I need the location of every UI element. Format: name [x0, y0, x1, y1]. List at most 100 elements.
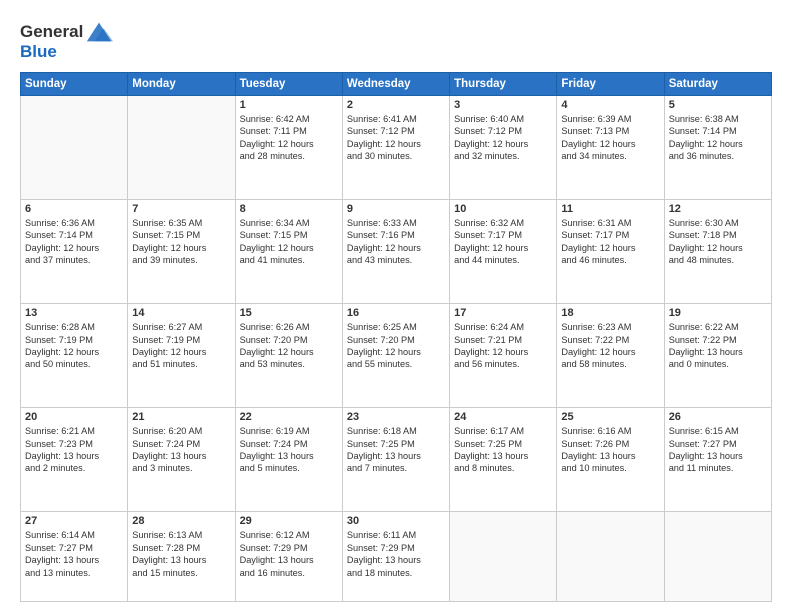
day-info: Sunrise: 6:14 AM Sunset: 7:27 PM Dayligh…: [25, 529, 123, 579]
calendar-cell: 6 Sunrise: 6:36 AM Sunset: 7:14 PM Daylig…: [21, 200, 128, 304]
day-number: 2: [347, 99, 445, 111]
day-number: 21: [132, 411, 230, 423]
day-info: Sunrise: 6:31 AM Sunset: 7:17 PM Dayligh…: [561, 217, 659, 267]
day-number: 6: [25, 203, 123, 215]
day-info: Sunrise: 6:35 AM Sunset: 7:15 PM Dayligh…: [132, 217, 230, 267]
day-info: Sunrise: 6:40 AM Sunset: 7:12 PM Dayligh…: [454, 113, 552, 163]
calendar-header-row: SundayMondayTuesdayWednesdayThursdayFrid…: [21, 73, 772, 96]
day-number: 27: [25, 515, 123, 527]
calendar-cell: 1 Sunrise: 6:42 AM Sunset: 7:11 PM Daylig…: [235, 96, 342, 200]
day-info: Sunrise: 6:41 AM Sunset: 7:12 PM Dayligh…: [347, 113, 445, 163]
day-of-week-header: Tuesday: [235, 73, 342, 96]
day-number: 15: [240, 307, 338, 319]
day-info: Sunrise: 6:18 AM Sunset: 7:25 PM Dayligh…: [347, 425, 445, 475]
day-info: Sunrise: 6:27 AM Sunset: 7:19 PM Dayligh…: [132, 321, 230, 371]
day-info: Sunrise: 6:28 AM Sunset: 7:19 PM Dayligh…: [25, 321, 123, 371]
day-number: 22: [240, 411, 338, 423]
day-info: Sunrise: 6:20 AM Sunset: 7:24 PM Dayligh…: [132, 425, 230, 475]
day-number: 24: [454, 411, 552, 423]
day-number: 7: [132, 203, 230, 215]
day-of-week-header: Saturday: [664, 73, 771, 96]
day-info: Sunrise: 6:33 AM Sunset: 7:16 PM Dayligh…: [347, 217, 445, 267]
calendar-cell: 4Sunrise: 6:39 AM Sunset: 7:13 PM Daylig…: [557, 96, 664, 200]
day-number: 30: [347, 515, 445, 527]
calendar-cell: 22 Sunrise: 6:19 AM Sunset: 7:24 PM Dayli…: [235, 408, 342, 512]
day-info: Sunrise: 6:42 AM Sunset: 7:11 PM Dayligh…: [240, 113, 338, 163]
calendar-cell: 13 Sunrise: 6:28 AM Sunset: 7:19 PM Dayli…: [21, 304, 128, 408]
day-info: Sunrise: 6:21 AM Sunset: 7:23 PM Dayligh…: [25, 425, 123, 475]
day-number: 29: [240, 515, 338, 527]
calendar-cell: 23 Sunrise: 6:18 AM Sunset: 7:25 PM Dayli…: [342, 408, 449, 512]
logo-icon: [85, 18, 113, 46]
calendar-cell: [664, 512, 771, 602]
calendar-cell: 26 Sunrise: 6:15 AM Sunset: 7:27 PM Dayli…: [664, 408, 771, 512]
calendar-cell: [450, 512, 557, 602]
day-info: Sunrise: 6:11 AM Sunset: 7:29 PM Dayligh…: [347, 529, 445, 579]
calendar-cell: 5 Sunrise: 6:38 AM Sunset: 7:14 PM Daylig…: [664, 96, 771, 200]
calendar-cell: 28 Sunrise: 6:13 AM Sunset: 7:28 PM Dayli…: [128, 512, 235, 602]
day-of-week-header: Friday: [557, 73, 664, 96]
calendar-cell: 11 Sunrise: 6:31 AM Sunset: 7:17 PM Dayli…: [557, 200, 664, 304]
day-of-week-header: Thursday: [450, 73, 557, 96]
day-info: Sunrise: 6:25 AM Sunset: 7:20 PM Dayligh…: [347, 321, 445, 371]
page: General Blue SundayMondayTuesdayWednesda…: [0, 0, 792, 612]
day-number: 14: [132, 307, 230, 319]
day-number: 23: [347, 411, 445, 423]
day-number: 25: [561, 411, 659, 423]
day-info: Sunrise: 6:26 AM Sunset: 7:20 PM Dayligh…: [240, 321, 338, 371]
calendar-cell: [21, 96, 128, 200]
calendar-cell: 10 Sunrise: 6:32 AM Sunset: 7:17 PM Dayli…: [450, 200, 557, 304]
day-info: Sunrise: 6:12 AM Sunset: 7:29 PM Dayligh…: [240, 529, 338, 579]
calendar-cell: 17 Sunrise: 6:24 AM Sunset: 7:21 PM Dayli…: [450, 304, 557, 408]
calendar-cell: 30 Sunrise: 6:11 AM Sunset: 7:29 PM Dayli…: [342, 512, 449, 602]
day-number: 8: [240, 203, 338, 215]
day-of-week-header: Wednesday: [342, 73, 449, 96]
calendar-cell: [557, 512, 664, 602]
calendar-cell: 14 Sunrise: 6:27 AM Sunset: 7:19 PM Dayli…: [128, 304, 235, 408]
day-number: 3: [454, 99, 552, 111]
calendar-cell: 21 Sunrise: 6:20 AM Sunset: 7:24 PM Dayli…: [128, 408, 235, 512]
day-number: 1: [240, 99, 338, 111]
day-number: 13: [25, 307, 123, 319]
day-info: Sunrise: 6:19 AM Sunset: 7:24 PM Dayligh…: [240, 425, 338, 475]
day-number: 26: [669, 411, 767, 423]
calendar-cell: 15 Sunrise: 6:26 AM Sunset: 7:20 PM Dayli…: [235, 304, 342, 408]
calendar-cell: 2 Sunrise: 6:41 AM Sunset: 7:12 PM Daylig…: [342, 96, 449, 200]
day-number: 17: [454, 307, 552, 319]
day-number: 20: [25, 411, 123, 423]
day-info: Sunrise: 6:39 AM Sunset: 7:13 PM Dayligh…: [561, 113, 659, 163]
day-info: Sunrise: 6:32 AM Sunset: 7:17 PM Dayligh…: [454, 217, 552, 267]
day-of-week-header: Sunday: [21, 73, 128, 96]
calendar-cell: 9 Sunrise: 6:33 AM Sunset: 7:16 PM Daylig…: [342, 200, 449, 304]
calendar-cell: 19Sunrise: 6:22 AM Sunset: 7:22 PM Dayli…: [664, 304, 771, 408]
day-info: Sunrise: 6:38 AM Sunset: 7:14 PM Dayligh…: [669, 113, 767, 163]
day-info: Sunrise: 6:34 AM Sunset: 7:15 PM Dayligh…: [240, 217, 338, 267]
calendar-cell: [128, 96, 235, 200]
day-info: Sunrise: 6:15 AM Sunset: 7:27 PM Dayligh…: [669, 425, 767, 475]
day-of-week-header: Monday: [128, 73, 235, 96]
calendar-cell: 3 Sunrise: 6:40 AM Sunset: 7:12 PM Daylig…: [450, 96, 557, 200]
day-info: Sunrise: 6:13 AM Sunset: 7:28 PM Dayligh…: [132, 529, 230, 579]
day-number: 12: [669, 203, 767, 215]
day-info: Sunrise: 6:16 AM Sunset: 7:26 PM Dayligh…: [561, 425, 659, 475]
day-number: 9: [347, 203, 445, 215]
day-info: Sunrise: 6:36 AM Sunset: 7:14 PM Dayligh…: [25, 217, 123, 267]
calendar-cell: 25 Sunrise: 6:16 AM Sunset: 7:26 PM Dayli…: [557, 408, 664, 512]
calendar-cell: 16 Sunrise: 6:25 AM Sunset: 7:20 PM Dayli…: [342, 304, 449, 408]
calendar-cell: 7 Sunrise: 6:35 AM Sunset: 7:15 PM Daylig…: [128, 200, 235, 304]
day-info: Sunrise: 6:23 AM Sunset: 7:22 PM Dayligh…: [561, 321, 659, 371]
day-info: Sunrise: 6:22 AM Sunset: 7:22 PM Dayligh…: [669, 321, 767, 371]
day-number: 18: [561, 307, 659, 319]
calendar-cell: 27 Sunrise: 6:14 AM Sunset: 7:27 PM Dayli…: [21, 512, 128, 602]
day-number: 5: [669, 99, 767, 111]
day-number: 16: [347, 307, 445, 319]
logo-general-text: General: [20, 22, 83, 42]
calendar: SundayMondayTuesdayWednesdayThursdayFrid…: [20, 72, 772, 602]
day-info: Sunrise: 6:24 AM Sunset: 7:21 PM Dayligh…: [454, 321, 552, 371]
day-number: 10: [454, 203, 552, 215]
day-number: 11: [561, 203, 659, 215]
calendar-cell: 8 Sunrise: 6:34 AM Sunset: 7:15 PM Daylig…: [235, 200, 342, 304]
calendar-cell: 20 Sunrise: 6:21 AM Sunset: 7:23 PM Dayli…: [21, 408, 128, 512]
day-number: 28: [132, 515, 230, 527]
calendar-cell: 24Sunrise: 6:17 AM Sunset: 7:25 PM Dayli…: [450, 408, 557, 512]
